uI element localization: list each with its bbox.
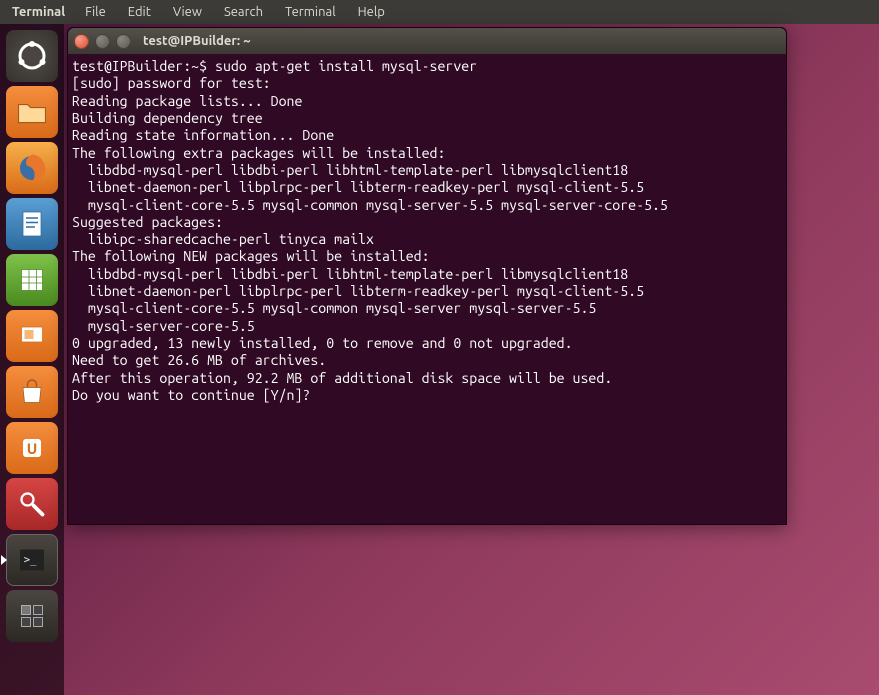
presentation-icon <box>14 318 50 354</box>
launcher-terminal[interactable]: >_ <box>6 534 58 586</box>
firefox-icon <box>14 150 50 186</box>
svg-text:>_: >_ <box>24 554 37 566</box>
gear-wrench-icon <box>14 486 50 522</box>
launcher-workspace-switcher[interactable] <box>6 590 58 642</box>
ubuntu-one-icon: U <box>14 430 50 466</box>
launcher-firefox[interactable] <box>6 142 58 194</box>
window-close-button[interactable] <box>74 34 89 49</box>
launcher-dash[interactable] <box>6 30 58 82</box>
terminal-line: The following extra packages will be ins… <box>72 145 782 162</box>
terminal-line: Need to get 26.6 MB of archives. <box>72 352 782 369</box>
terminal-line: mysql-client-core-5.5 mysql-common mysql… <box>72 300 782 317</box>
launcher-writer[interactable] <box>6 198 58 250</box>
global-menubar: Terminal File Edit View Search Terminal … <box>0 0 879 24</box>
terminal-line: Suggested packages: <box>72 214 782 231</box>
svg-text:U: U <box>27 440 38 457</box>
terminal-line: mysql-client-core-5.5 mysql-common mysql… <box>72 197 782 214</box>
launcher-files[interactable] <box>6 86 58 138</box>
terminal-line: Reading state information... Done <box>72 127 782 144</box>
workspace-icon <box>14 598 50 634</box>
spreadsheet-icon <box>14 262 50 298</box>
menu-view[interactable]: View <box>163 5 212 19</box>
launcher-settings[interactable] <box>6 478 58 530</box>
window-titlebar[interactable]: test@IPBuilder: ~ <box>68 28 786 54</box>
terminal-line: libnet-daemon-perl libplrpc-perl libterm… <box>72 179 782 196</box>
menu-terminal[interactable]: Terminal <box>275 5 346 19</box>
launcher-software-center[interactable] <box>6 366 58 418</box>
terminal-icon: >_ <box>14 542 50 578</box>
terminal-line: Do you want to continue [Y/n]? <box>72 387 782 404</box>
terminal-line: libnet-daemon-perl libplrpc-perl libterm… <box>72 283 782 300</box>
terminal-line: libdbd-mysql-perl libdbi-perl libhtml-te… <box>72 266 782 283</box>
terminal-line: mysql-server-core-5.5 <box>72 318 782 335</box>
folder-icon <box>14 94 50 130</box>
menu-search[interactable]: Search <box>214 5 273 19</box>
terminal-line: libdbd-mysql-perl libdbi-perl libhtml-te… <box>72 162 782 179</box>
unity-launcher: U >_ <box>0 24 64 695</box>
launcher-impress[interactable] <box>6 310 58 362</box>
terminal-window: test@IPBuilder: ~ test@IPBuilder:~$ sudo… <box>67 27 787 525</box>
terminal-line: libipc-sharedcache-perl tinyca mailx <box>72 231 782 248</box>
menu-file[interactable]: File <box>75 5 116 19</box>
window-maximize-button[interactable] <box>116 34 131 49</box>
terminal-line: test@IPBuilder:~$ sudo apt-get install m… <box>72 58 782 75</box>
window-minimize-button[interactable] <box>95 34 110 49</box>
terminal-line: Building dependency tree <box>72 110 782 127</box>
window-title: test@IPBuilder: ~ <box>143 34 251 48</box>
menu-edit[interactable]: Edit <box>118 5 161 19</box>
menu-help[interactable]: Help <box>348 5 395 19</box>
terminal-line: The following NEW packages will be insta… <box>72 248 782 265</box>
menubar-app-name: Terminal <box>4 5 73 19</box>
terminal-line: 0 upgraded, 13 newly installed, 0 to rem… <box>72 335 782 352</box>
launcher-calc[interactable] <box>6 254 58 306</box>
terminal-output[interactable]: test@IPBuilder:~$ sudo apt-get install m… <box>68 54 786 524</box>
terminal-line: After this operation, 92.2 MB of additio… <box>72 370 782 387</box>
document-icon <box>14 206 50 242</box>
launcher-ubuntu-one[interactable]: U <box>6 422 58 474</box>
ubuntu-logo-icon <box>14 38 50 74</box>
terminal-line: [sudo] password for test: <box>72 75 782 92</box>
terminal-line: Reading package lists... Done <box>72 93 782 110</box>
shopping-bag-icon <box>14 374 50 410</box>
